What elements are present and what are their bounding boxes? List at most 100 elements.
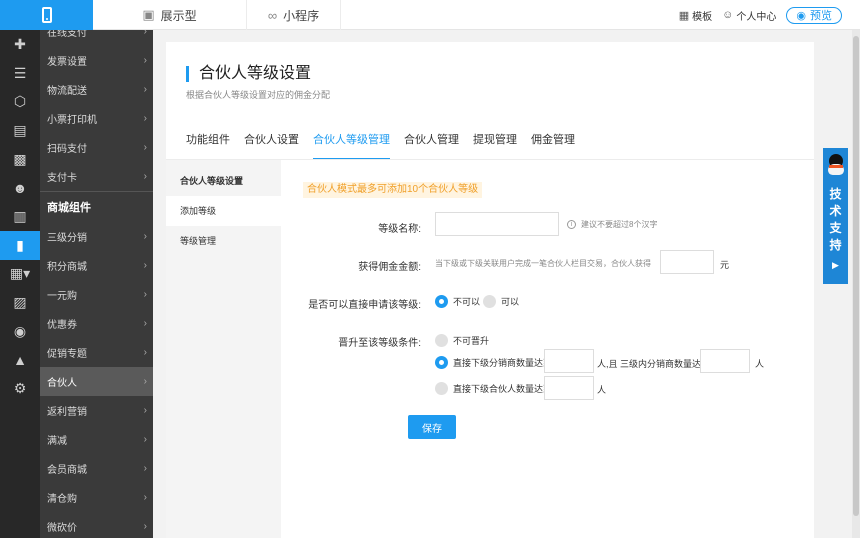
clipboard-icon[interactable]: ▮ bbox=[0, 230, 40, 260]
chevron-right-icon: › bbox=[143, 463, 147, 474]
sidebar-item-bargain[interactable]: 微砍价 › bbox=[40, 512, 153, 538]
gear-icon[interactable]: ⚙ bbox=[0, 374, 40, 403]
commission-amount-input[interactable] bbox=[660, 250, 714, 274]
chevron-right-icon: › bbox=[143, 84, 147, 95]
sidebar-item-payment-card[interactable]: 支付卡 › bbox=[40, 162, 153, 191]
sidebar-item-label: 返利营销 bbox=[47, 407, 87, 418]
tab-partner-management[interactable]: 合伙人管理 bbox=[404, 130, 459, 160]
apps-grid-icon[interactable]: ▦▾ bbox=[0, 260, 40, 289]
support-char: 技 bbox=[829, 187, 842, 201]
chevron-right-icon: › bbox=[143, 113, 147, 124]
commission-label: 获得佣金金额: bbox=[358, 262, 421, 273]
radio-label: 不可以 bbox=[453, 297, 481, 307]
sidebar-item-partner[interactable]: 合伙人 › bbox=[40, 367, 153, 396]
chevron-right-icon: › bbox=[143, 405, 147, 416]
user-center-label: 个人中心 bbox=[736, 11, 777, 23]
sidebar-item-coupons[interactable]: 优惠券 › bbox=[40, 309, 153, 338]
left-menu-level-management[interactable]: 等级管理 bbox=[166, 226, 281, 256]
sidebar-item-label: 会员商城 bbox=[47, 465, 87, 476]
sidebar-item-member-mall[interactable]: 会员商城 › bbox=[40, 454, 153, 483]
sidebar-item-label: 发票设置 bbox=[47, 57, 87, 68]
sidebar-item-one-yuan-purchase[interactable]: 一元购 › bbox=[40, 280, 153, 309]
sidebar-item-points-mall[interactable]: 积分商城 › bbox=[40, 251, 153, 280]
store-icon[interactable]: ▥ bbox=[0, 202, 40, 231]
eye-icon: ◉ bbox=[796, 9, 806, 22]
preview-button[interactable]: ◉ 预览 bbox=[786, 6, 842, 24]
radio-upgrade-none[interactable]: 不可晋升 bbox=[435, 334, 489, 347]
radio-dot bbox=[483, 295, 496, 308]
direct-apply-label: 是否可以直接申请该等级: bbox=[308, 300, 421, 311]
left-menu-add-level[interactable]: 添加等级 bbox=[166, 196, 281, 226]
tab-partner-level-management[interactable]: 合伙人等级管理 bbox=[313, 130, 390, 160]
chevron-right-icon: › bbox=[143, 260, 147, 271]
sidebar-item-receipt-printer[interactable]: 小票打印机 › bbox=[40, 104, 153, 133]
level-name-input[interactable] bbox=[435, 212, 559, 236]
radio-label: 直接下级合伙人数量达到 bbox=[453, 384, 553, 394]
radio-dot bbox=[435, 356, 448, 369]
tab-mini-program[interactable]: ∞ 小程序 bbox=[247, 0, 341, 30]
save-button[interactable]: 保存 bbox=[408, 415, 456, 439]
template-button[interactable]: ▦ 模板 bbox=[679, 8, 712, 23]
radio-label: 直接下级分销商数量达到 bbox=[453, 358, 553, 368]
direct-partner-count-input[interactable] bbox=[544, 376, 594, 400]
mobile-logo-button[interactable] bbox=[0, 0, 93, 30]
tab-withdrawal-management[interactable]: 提现管理 bbox=[473, 130, 517, 160]
sidebar-item-label: 积分商城 bbox=[47, 262, 87, 273]
sidebar-item-label: 三级分销 bbox=[47, 233, 87, 244]
plugin-icon[interactable]: ✚ bbox=[0, 30, 40, 59]
compass-icon[interactable]: ▲ bbox=[0, 346, 40, 375]
sidebar-item-promotions[interactable]: 促销专题 › bbox=[40, 338, 153, 367]
partner-unit: 人 bbox=[597, 385, 607, 395]
document-icon[interactable]: ▤ bbox=[0, 116, 40, 145]
user-icon[interactable]: ☻ bbox=[0, 173, 40, 202]
tab-partner-settings[interactable]: 合伙人设置 bbox=[244, 130, 299, 160]
top-bar: ▣ 展示型 ∞ 小程序 ▦ 模板 ☺ 个人中心 ◉ 预览 bbox=[0, 0, 860, 30]
report-icon[interactable]: ▨ bbox=[0, 288, 40, 317]
tab-display-type[interactable]: ▣ 展示型 bbox=[93, 0, 247, 30]
chevron-right-icon: › bbox=[143, 231, 147, 242]
user-center-button[interactable]: ☺ 个人中心 bbox=[722, 8, 776, 23]
chat-icon[interactable]: ◉ bbox=[0, 317, 40, 346]
template-icon: ▦ bbox=[678, 9, 690, 22]
sidebar-item-label: 满减 bbox=[47, 436, 67, 447]
cube-icon[interactable]: ⬡ bbox=[0, 87, 40, 116]
radio-label: 可以 bbox=[501, 297, 520, 307]
preview-label: 预览 bbox=[810, 10, 832, 22]
qq-penguin-icon bbox=[826, 154, 846, 176]
chevron-right-icon: › bbox=[143, 289, 147, 300]
radio-upgrade-partner[interactable]: 直接下级合伙人数量达到 bbox=[435, 382, 552, 395]
distributor-unit: 人 bbox=[755, 359, 765, 369]
radio-direct-apply-no[interactable]: 不可以 bbox=[435, 295, 480, 308]
image-icon[interactable]: ▩ bbox=[0, 145, 40, 174]
level-name-hint: i 建议不要超过8个汉字 bbox=[567, 219, 657, 230]
three-level-distributor-count-input[interactable] bbox=[700, 349, 750, 373]
scrollbar-thumb[interactable] bbox=[853, 36, 859, 516]
sidebar-item-logistics[interactable]: 物流配送 › bbox=[40, 75, 153, 104]
direct-distributor-count-input[interactable] bbox=[544, 349, 594, 373]
info-icon: i bbox=[567, 220, 576, 229]
radio-dot bbox=[435, 334, 448, 347]
sidebar-item-three-level-distribution[interactable]: 三级分销 › bbox=[40, 222, 153, 251]
sidebar-item-label: 在线支付 bbox=[47, 30, 87, 39]
radio-direct-apply-yes[interactable]: 可以 bbox=[483, 295, 519, 308]
tech-support-widget[interactable]: 技 术 支 持 ▶ bbox=[823, 148, 848, 284]
user-icon: ☺ bbox=[722, 9, 734, 21]
sidebar-item-rebate-marketing[interactable]: 返利营销 › bbox=[40, 396, 153, 425]
chevron-right-icon: › bbox=[143, 347, 147, 358]
list-icon[interactable]: ☰ bbox=[0, 59, 40, 88]
phone-icon bbox=[41, 7, 52, 23]
sidebar-settings-list: 在线支付 › 发票设置 › 物流配送 › 小票打印机 › 扫码支付 › 支付卡 › bbox=[40, 30, 153, 191]
limit-notice: 合伙人模式最多可添加10个合伙人等级 bbox=[303, 182, 483, 198]
sidebar-item-online-payment[interactable]: 在线支付 › bbox=[40, 30, 153, 46]
upgrade-condition-label: 晋升至该等级条件: bbox=[338, 338, 421, 349]
monitor-icon: ▣ bbox=[142, 7, 155, 22]
sidebar-item-clearance[interactable]: 清仓购 › bbox=[40, 483, 153, 512]
sidebar-item-invoice-settings[interactable]: 发票设置 › bbox=[40, 46, 153, 75]
tab-function-components[interactable]: 功能组件 bbox=[186, 130, 230, 160]
sidebar-item-full-reduction[interactable]: 满减 › bbox=[40, 425, 153, 454]
radio-upgrade-distributor[interactable]: 直接下级分销商数量达到 bbox=[435, 356, 552, 369]
sidebar-item-scan-payment[interactable]: 扫码支付 › bbox=[40, 133, 153, 162]
chevron-right-icon: › bbox=[143, 318, 147, 329]
page-scrollbar[interactable] bbox=[852, 30, 860, 538]
tab-commission-management[interactable]: 佣金管理 bbox=[531, 130, 575, 160]
